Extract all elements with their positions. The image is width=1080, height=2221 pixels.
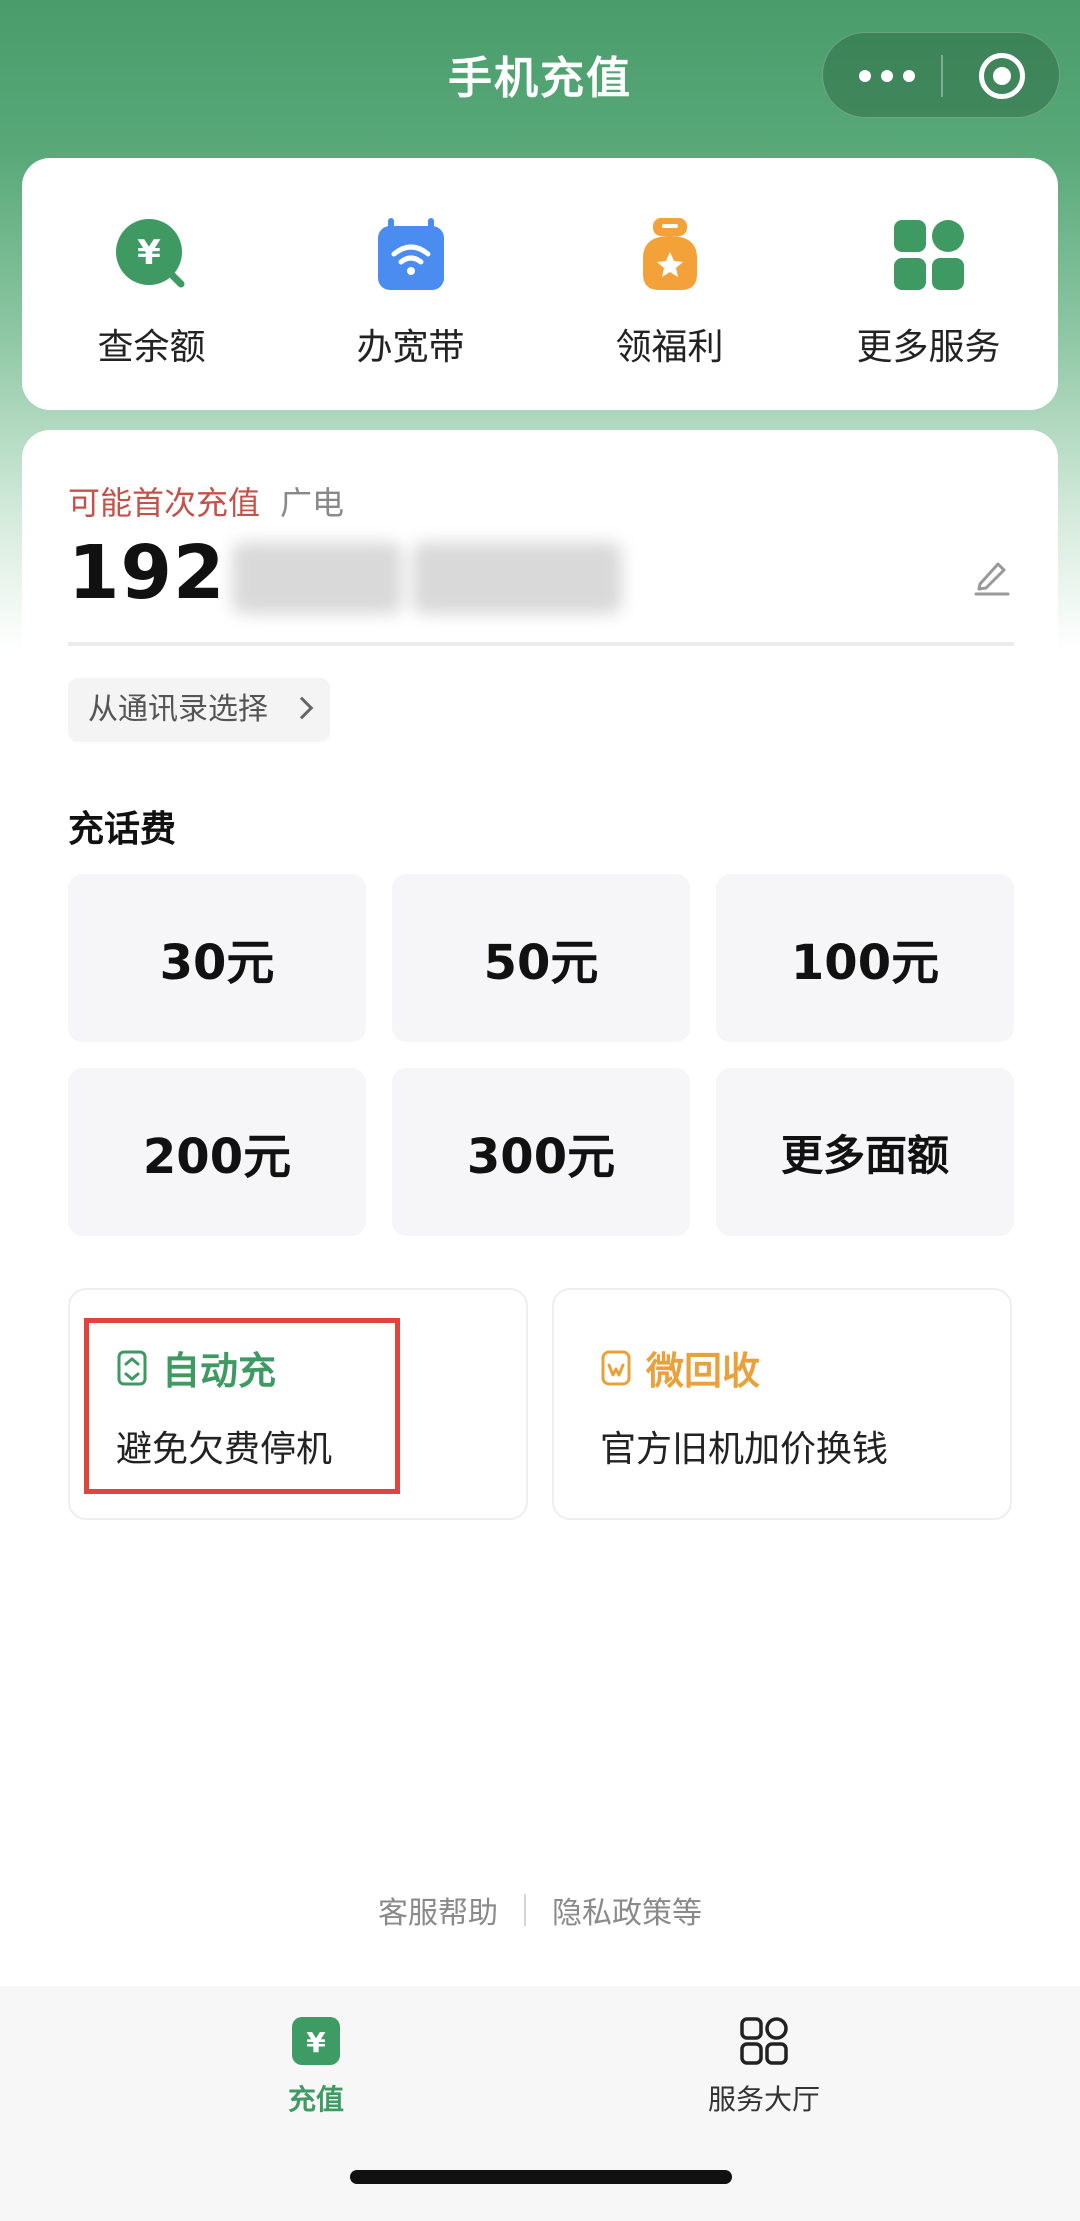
more-options-icon[interactable]	[859, 65, 915, 87]
broadband-wifi-icon	[370, 214, 452, 296]
close-mini-program-icon[interactable]	[979, 53, 1025, 99]
welfare-bag-icon	[629, 214, 711, 296]
auto-recharge-card[interactable]: 自动充 避免欠费停机	[68, 1288, 528, 1520]
amount-option-30[interactable]: 30元	[68, 874, 366, 1042]
quick-action-broadband[interactable]: 办宽带	[301, 214, 521, 370]
chevron-right-icon	[290, 696, 314, 720]
tab-service-hall[interactable]: 服务大厅	[664, 2016, 864, 2118]
quick-action-welfare[interactable]: 领福利	[560, 214, 780, 370]
micro-recycle-card[interactable]: 微回收 官方旧机加价换钱	[552, 1288, 1012, 1520]
select-from-contacts-button[interactable]: 从通讯录选择	[68, 678, 330, 742]
amount-option-100[interactable]: 100元	[716, 874, 1014, 1042]
home-indicator	[350, 2170, 732, 2184]
amount-grid: 30元 50元 100元 200元 300元 更多面额	[68, 874, 1014, 1236]
phone-number-blurred	[232, 542, 402, 614]
edit-pencil-icon[interactable]	[970, 554, 1014, 598]
mini-program-capsule	[822, 32, 1060, 118]
quick-action-label: 办宽带	[356, 327, 465, 368]
tab-recharge[interactable]: ¥ 充值	[216, 2016, 416, 2118]
more-amounts-option[interactable]: 更多面额	[716, 1068, 1014, 1236]
grid-icon	[888, 214, 970, 296]
contacts-button-label: 从通讯录选择	[88, 692, 268, 727]
carrier-label: 广电	[280, 484, 345, 522]
phone-number-input[interactable]: 192	[68, 530, 225, 616]
highlight-annotation-box	[84, 1318, 400, 1494]
quick-action-more-services[interactable]: 更多服务	[819, 214, 1039, 370]
phone-number-blurred	[412, 542, 622, 614]
tab-label: 充值	[287, 2083, 344, 2116]
phone-input-underline	[68, 642, 1014, 646]
amount-option-50[interactable]: 50元	[392, 874, 690, 1042]
svg-text:¥: ¥	[137, 233, 161, 273]
bottom-tab-bar: ¥ 充值 服务大厅	[0, 1986, 1080, 2221]
recharge-card: 可能首次充值 广电 192 从通讯录选择 充话费 30元 50元 100元 20…	[22, 430, 1058, 1530]
capsule-divider	[941, 55, 943, 97]
quick-action-check-balance[interactable]: ¥ 查余额	[42, 214, 262, 370]
micro-recycle-title: 微回收	[646, 1349, 761, 1393]
amount-option-300[interactable]: 300元	[392, 1068, 690, 1236]
topup-section-title: 充话费	[68, 809, 177, 850]
balance-yuan-icon: ¥	[111, 214, 193, 296]
recharge-yuan-icon: ¥	[291, 2016, 341, 2066]
svg-text:¥: ¥	[306, 2026, 326, 2059]
footer-links: 客服帮助 隐私政策等	[0, 1888, 1080, 1932]
service-grid-icon	[739, 2016, 789, 2066]
amount-option-200[interactable]: 200元	[68, 1068, 366, 1236]
quick-action-label: 更多服务	[856, 327, 1001, 368]
quick-action-label: 查余额	[97, 327, 206, 368]
privacy-policy-link[interactable]: 隐私政策等	[552, 1888, 702, 1932]
footer-divider	[524, 1894, 526, 1926]
quick-action-label: 领福利	[615, 327, 724, 368]
micro-recycle-title-row: 微回收	[600, 1340, 760, 1395]
customer-service-link[interactable]: 客服帮助	[378, 1888, 498, 1932]
first-recharge-tip: 可能首次充值	[68, 484, 261, 522]
quick-actions-card: ¥ 查余额 办宽带 领福利 更多服务	[22, 158, 1058, 410]
recycle-phone-icon	[600, 1349, 632, 1387]
tab-label: 服务大厅	[707, 2083, 820, 2116]
micro-recycle-desc: 官方旧机加价换钱	[600, 1429, 889, 1470]
